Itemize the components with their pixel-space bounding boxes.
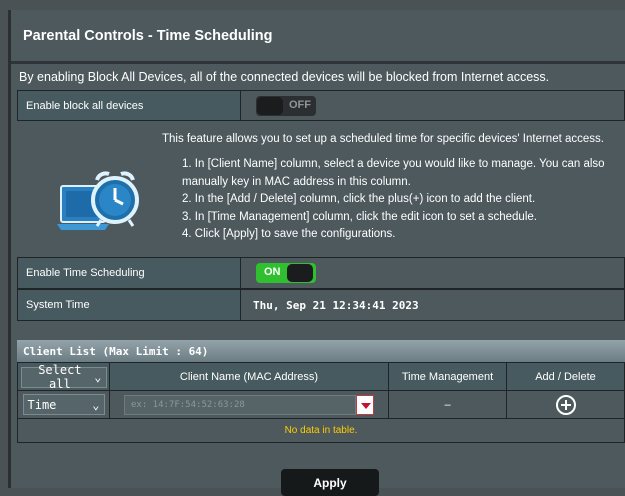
page-title: Parental Controls - Time Scheduling bbox=[23, 28, 273, 44]
no-data-text: No data in table. bbox=[17, 418, 625, 443]
input-row: Time ⌄ ex: 14:7F:54:52:63:28 – bbox=[17, 390, 625, 419]
system-time-value-cell: Thu, Sep 21 12:34:41 2023 bbox=[240, 290, 624, 320]
page-description: By enabling Block All Devices, all of th… bbox=[19, 70, 550, 84]
toggle-state: ON bbox=[264, 266, 281, 278]
instruction-steps: 1. In [Client Name] column, select a dev… bbox=[182, 156, 622, 244]
block-all-label: Enable block all devices bbox=[18, 91, 240, 120]
step-3: 3. In [Time Management] column, click th… bbox=[182, 210, 537, 223]
select-all-label: Select all bbox=[38, 363, 82, 392]
main-panel: Parental Controls - Time Scheduling By e… bbox=[8, 10, 625, 496]
column-add-delete: Add / Delete bbox=[506, 362, 625, 391]
step-1: 1. In [Client Name] column, select a dev… bbox=[182, 158, 605, 188]
time-management-cell: – bbox=[388, 390, 507, 419]
system-time-row: System Time Thu, Sep 21 12:34:41 2023 bbox=[17, 289, 625, 321]
apply-button[interactable]: Apply bbox=[281, 469, 379, 496]
mode-cell: Time ⌄ bbox=[17, 390, 110, 419]
system-time-label: System Time bbox=[18, 290, 240, 320]
toggle-knob bbox=[287, 264, 313, 282]
time-scheduling-row: Enable Time Scheduling ON bbox=[17, 257, 625, 289]
time-scheduling-toggle[interactable]: ON bbox=[256, 263, 316, 283]
info-lead: This feature allows you to set up a sche… bbox=[162, 133, 604, 145]
mode-label: Time bbox=[27, 397, 57, 412]
column-client-name: Client Name (MAC Address) bbox=[109, 362, 389, 391]
empty-row: No data in table. bbox=[17, 418, 625, 443]
title-divider bbox=[11, 61, 625, 64]
alarm-clock-laptop-icon bbox=[57, 171, 139, 230]
client-list-table: Select all ⌄ Client Name (MAC Address) T… bbox=[17, 362, 625, 443]
client-dropdown-button[interactable] bbox=[356, 394, 374, 415]
add-client-icon[interactable] bbox=[555, 394, 576, 415]
select-all-cell: Select all ⌄ bbox=[17, 362, 110, 391]
time-scheduling-value: ON bbox=[240, 258, 624, 288]
toggle-state: OFF bbox=[289, 99, 311, 111]
toggle-knob bbox=[257, 97, 283, 115]
block-all-toggle[interactable]: OFF bbox=[256, 96, 316, 116]
block-all-row: Enable block all devices OFF bbox=[17, 90, 625, 121]
mac-address-input[interactable]: ex: 14:7F:54:52:63:28 bbox=[124, 394, 356, 415]
add-cell bbox=[506, 390, 625, 419]
step-2: 2. In the [Add / Delete] column, click t… bbox=[182, 193, 536, 205]
mac-cell: ex: 14:7F:54:52:63:28 bbox=[109, 390, 389, 419]
column-time-management: Time Management bbox=[388, 362, 507, 391]
mode-dropdown[interactable]: Time ⌄ bbox=[22, 394, 105, 415]
chevron-down-icon: ⌄ bbox=[94, 370, 102, 385]
chevron-down-icon: ⌄ bbox=[92, 397, 100, 412]
info-box: This feature allows you to set up a sche… bbox=[17, 128, 625, 266]
table-header-row: Select all ⌄ Client Name (MAC Address) T… bbox=[17, 362, 625, 391]
time-scheduling-label: Enable Time Scheduling bbox=[18, 258, 240, 288]
system-time-value: Thu, Sep 21 12:34:41 2023 bbox=[253, 299, 419, 312]
select-all-dropdown[interactable]: Select all ⌄ bbox=[20, 363, 107, 391]
client-list-header: Client List (Max Limit : 64) bbox=[17, 340, 625, 362]
step-4: 4. Click [Apply] to save the configurati… bbox=[182, 228, 396, 240]
block-all-value: OFF bbox=[240, 91, 624, 120]
